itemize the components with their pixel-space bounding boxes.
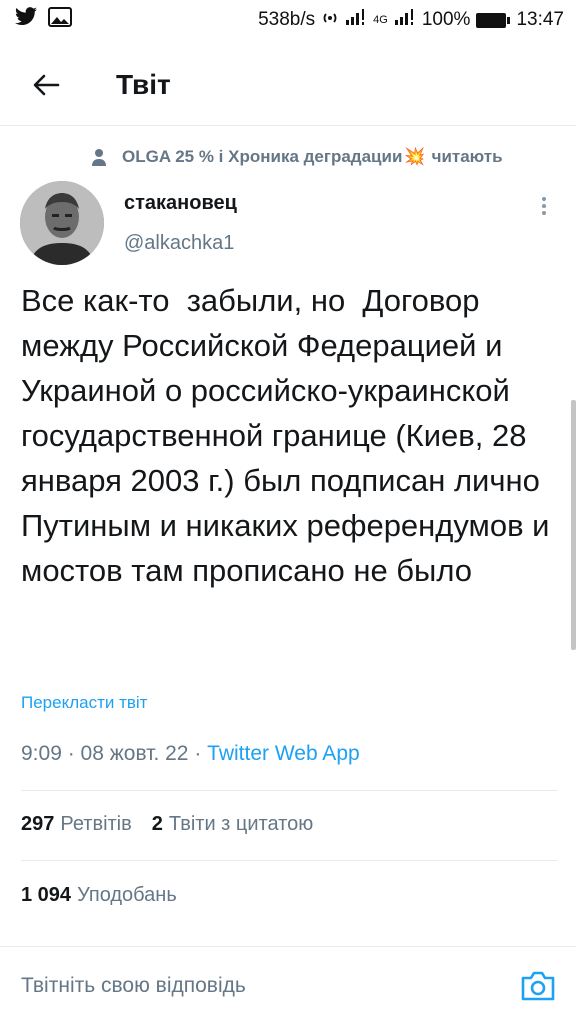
username[interactable]: @alkachka1 — [124, 232, 234, 255]
display-name[interactable]: стакановец — [124, 192, 237, 215]
person-icon — [92, 148, 106, 166]
likes-stat[interactable]: 1 094 Уподобань — [21, 884, 177, 907]
reply-input[interactable]: Твітніть свою відповідь — [21, 974, 246, 998]
meta-separator: · — [67, 742, 81, 765]
tweet-time: 9:09 — [21, 742, 62, 765]
meta-separator: · — [194, 742, 208, 765]
reply-bar: Твітніть свою відповідь — [0, 946, 576, 1024]
camera-icon[interactable] — [518, 966, 558, 1006]
tweet-date: 08 жовт. 22 — [80, 742, 189, 765]
social-context-suffix: читають — [431, 147, 503, 166]
divider — [21, 790, 558, 791]
retweets-stat[interactable]: 297 Ретвітів — [21, 813, 132, 836]
divider — [21, 860, 558, 861]
translate-tweet-link[interactable]: Перекласти твіт — [21, 693, 147, 713]
avatar[interactable] — [20, 181, 104, 265]
tweet-meta: 9:09 · 08 жовт. 22 · Twitter Web App — [21, 742, 360, 766]
battery-percent: 100% — [421, 9, 471, 30]
quotes-label: Твіти з цитатою — [168, 813, 314, 835]
hotspot-icon — [321, 8, 339, 32]
quotes-stat[interactable]: 2 Твіти з цитатою — [152, 813, 313, 836]
likes-count: 1 094 — [21, 884, 72, 906]
gallery-icon — [48, 7, 72, 33]
scrollbar[interactable] — [571, 400, 576, 650]
clock: 13:47 — [516, 9, 564, 30]
signal-icon — [345, 9, 367, 31]
tweet-source-link[interactable]: Twitter Web App — [207, 742, 360, 765]
network-type: 4G — [373, 14, 388, 26]
page-title: Твіт — [116, 68, 171, 100]
more-options-icon[interactable] — [530, 190, 558, 222]
retweets-count: 297 — [21, 813, 55, 835]
social-context-text: OLGA 25 % і Хроника деградации — [122, 147, 403, 166]
status-bar: 538b/s 4G 100% 13:47 — [0, 0, 576, 40]
network-speed: 538b/s — [258, 9, 316, 30]
battery-icon — [476, 12, 511, 28]
quotes-count: 2 — [151, 813, 163, 835]
engagement-stats: 297 Ретвітів 2 Твіти з цитатою — [21, 813, 313, 836]
twitter-bird-icon — [14, 7, 38, 33]
collision-emoji: 💥 — [404, 147, 426, 166]
tweet-text: Все как-то забыли, но Договор между Росс… — [21, 283, 559, 588]
signal-icon-2 — [394, 9, 416, 31]
back-arrow-icon[interactable] — [16, 55, 76, 115]
likes-label: Уподобань — [77, 884, 177, 906]
retweets-label: Ретвітів — [60, 813, 132, 835]
top-bar: Твіт — [0, 44, 576, 126]
social-context[interactable]: OLGA 25 % і Хроника деградации 💥 читають — [92, 147, 572, 167]
